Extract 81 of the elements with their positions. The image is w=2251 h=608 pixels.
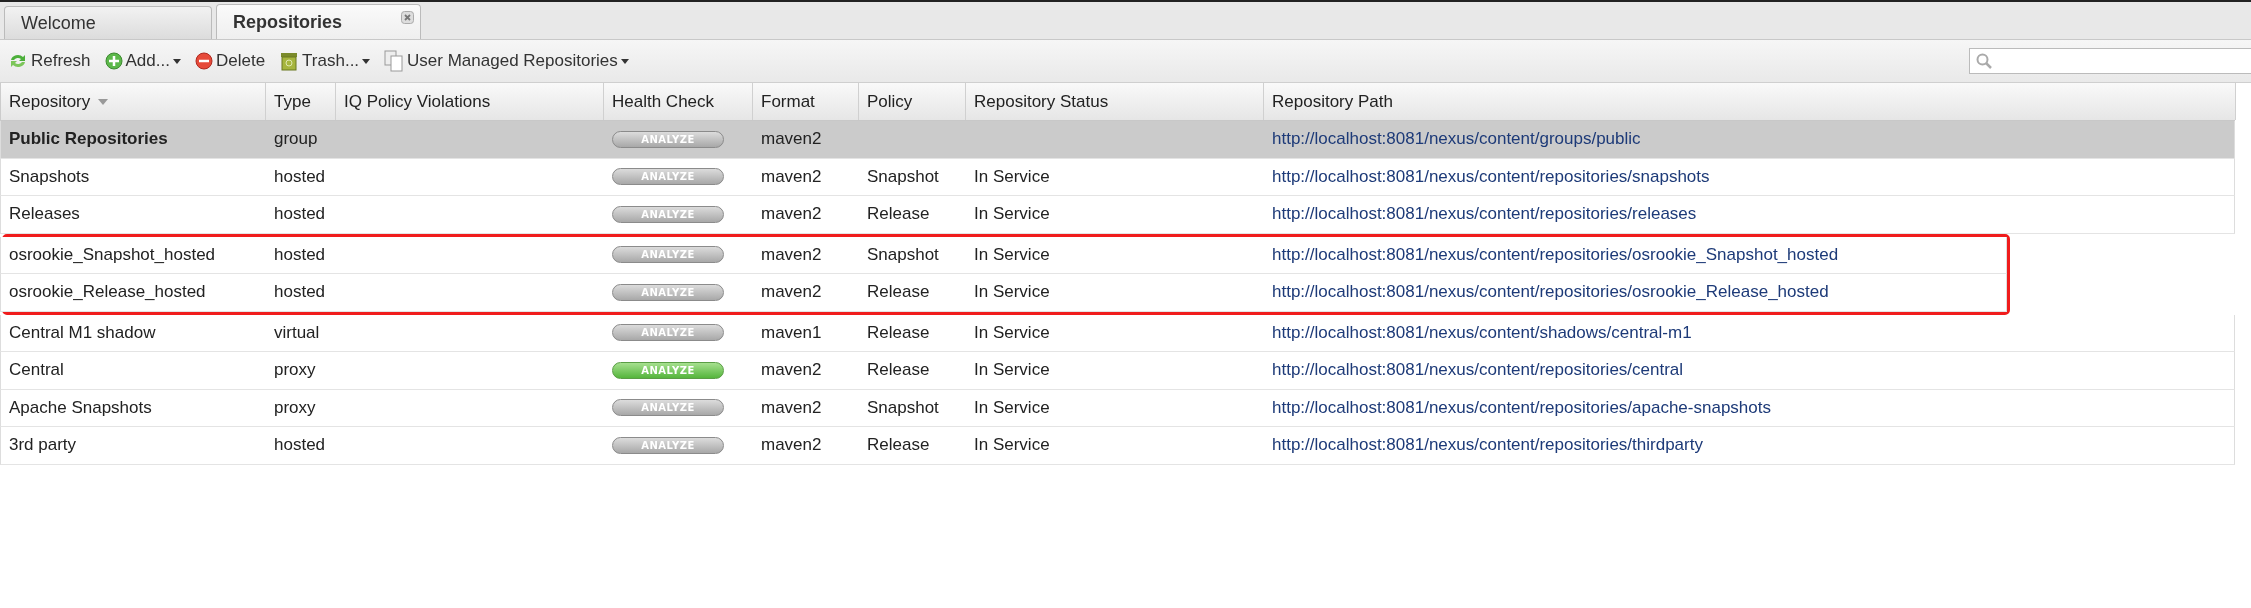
repository-path-link[interactable]: http://localhost:8081/nexus/content/repositories/thirdparty [1264,427,2236,464]
table-cell-text: In Service [973,243,1051,266]
table-cell-text: osrookie_Snapshot_hosted [8,243,217,266]
search-field[interactable] [1969,48,2251,74]
table-cell-text: In Service [973,359,1051,382]
table-cell-text: maven2 [760,203,823,226]
table-cell-text: hosted [273,165,327,188]
table-cell-text: In Service [973,165,1051,188]
search-icon [1976,53,1992,69]
table-cell-text: Snapshot [866,165,940,188]
table-cell-text: Central [8,359,65,382]
repository-path-link[interactable]: http://localhost:8081/nexus/content/repositories/central [1264,352,2236,389]
table-cell-text: maven2 [760,243,823,266]
toolbar-button[interactable]: Delete [192,49,268,73]
table-cell-text: Release [866,434,931,457]
repository-path-link[interactable]: http://localhost:8081/nexus/content/groups/public [1264,121,2236,158]
table-cell-text: virtual [273,321,321,344]
table-row[interactable]: Apache Snapshots proxy ANALYZE maven2 Snapshot In Service http://localhost:8081/nexus/content/repositories/apache-snapshots [0,389,2235,427]
table-cell-text: group [273,128,319,151]
toolbar-button[interactable]: Refresh [6,49,93,73]
table-row[interactable]: osrookie_Snapshot_hosted hosted ANALYZE maven2 Snapshot In Service http://localhost:8081/nexus/content/repositories/osrookie_Snapshot_hosted [0,236,2007,274]
table-cell-text: maven1 [760,321,823,344]
toolbar-button[interactable]: User Managed Repositories [382,48,631,74]
table-cell-text: In Service [973,281,1051,304]
table-cell-text: maven2 [760,281,823,304]
table-row[interactable]: osrookie_Release_hosted hosted ANALYZE maven2 Release In Service http://localhost:8081/nexus/content/repositories/osrookie_Release_hosted [0,274,2007,312]
table-cell-text: Releases [8,203,81,226]
table-row[interactable]: 3rd party hosted ANALYZE maven2 Release In Service http://localhost:8081/nexus/content/repositories/thirdparty [0,427,2235,465]
table-cell-text: In Service [973,396,1051,419]
trash-icon [279,51,300,71]
table-cell-text: maven2 [760,128,823,151]
table-cell-text: proxy [273,359,317,382]
table-cell-text: Apache Snapshots [8,396,153,419]
table-cell-text: osrookie_Release_hosted [8,281,207,304]
tab[interactable]: Repositories [216,4,421,39]
toolbar-button[interactable]: Trash... [277,49,373,73]
table-cell-text: hosted [273,434,327,457]
table-cell-text: proxy [273,396,317,419]
table-row[interactable]: Central M1 shadow virtual ANALYZE maven1 Release In Service http://localhost:8081/nexus/content/shadows/central-m1 [0,314,2235,352]
table-cell-text: In Service [973,434,1051,457]
table-cell-text: Release [866,359,931,382]
table-cell-text: Snapshot [866,396,940,419]
table-cell-text: Release [866,203,931,226]
table-cell-text: Public Repositories [8,128,169,151]
repository-path-link[interactable]: http://localhost:8081/nexus/content/repositories/snapshots [1264,158,2236,195]
repository-path-link[interactable]: http://localhost:8081/nexus/content/shadows/central-m1 [1264,314,2236,351]
column-header[interactable]: Repository Path [1264,83,2236,120]
table-cell-text: Snapshot [866,243,940,266]
table-cell-text: hosted [273,203,327,226]
table-row[interactable]: Public Repositories group ANALYZE maven2 http://localhost:8081/nexus/content/groups/public [0,121,2235,159]
close-icon[interactable] [401,11,414,24]
table-cell-text: maven2 [760,434,823,457]
tab[interactable]: Welcome [4,6,212,39]
table-cell-text: maven2 [760,359,823,382]
table-cell-text: maven2 [760,165,823,188]
column-header[interactable]: Policy [859,83,966,120]
table-row[interactable]: Snapshots hosted ANALYZE maven2 Snapshot In Service http://localhost:8081/nexus/content/repositories/snapshots [0,158,2235,196]
minus-icon [194,52,213,70]
documents-icon [384,50,405,72]
toolbar-button[interactable]: Add... [102,49,183,73]
table-row[interactable]: Releases hosted ANALYZE maven2 Release In Service http://localhost:8081/nexus/content/repositories/releases [0,196,2235,234]
repository-path-link[interactable]: http://localhost:8081/nexus/content/repositories/apache-snapshots [1264,389,2236,426]
column-header[interactable]: Format [753,83,859,120]
column-header[interactable]: Health Check [604,83,753,120]
column-header[interactable]: Repository Status [966,83,1264,120]
table-row[interactable]: Central proxy ANALYZE maven2 Release In Service http://localhost:8081/nexus/content/repositories/central [0,352,2235,390]
column-header[interactable]: Repository [1,83,266,120]
table-cell-text: hosted [273,281,327,304]
column-header[interactable]: Type [266,83,336,120]
column-header[interactable]: IQ Policy Violations [336,83,604,120]
repository-path-link[interactable]: http://localhost:8081/nexus/content/repositories/releases [1264,196,2236,233]
table-cell-text: In Service [973,203,1051,226]
plus-icon [104,52,123,70]
table-cell-text: Snapshots [8,165,91,188]
table-cell-text: Release [866,281,931,304]
table-cell-text: In Service [973,321,1051,344]
table-cell-text: hosted [273,243,327,266]
table-cell-text: Release [866,321,931,344]
table-cell-text: 3rd party [8,434,78,457]
table-cell-text: maven2 [760,396,823,419]
table-cell-text: Central M1 shadow [8,321,157,344]
